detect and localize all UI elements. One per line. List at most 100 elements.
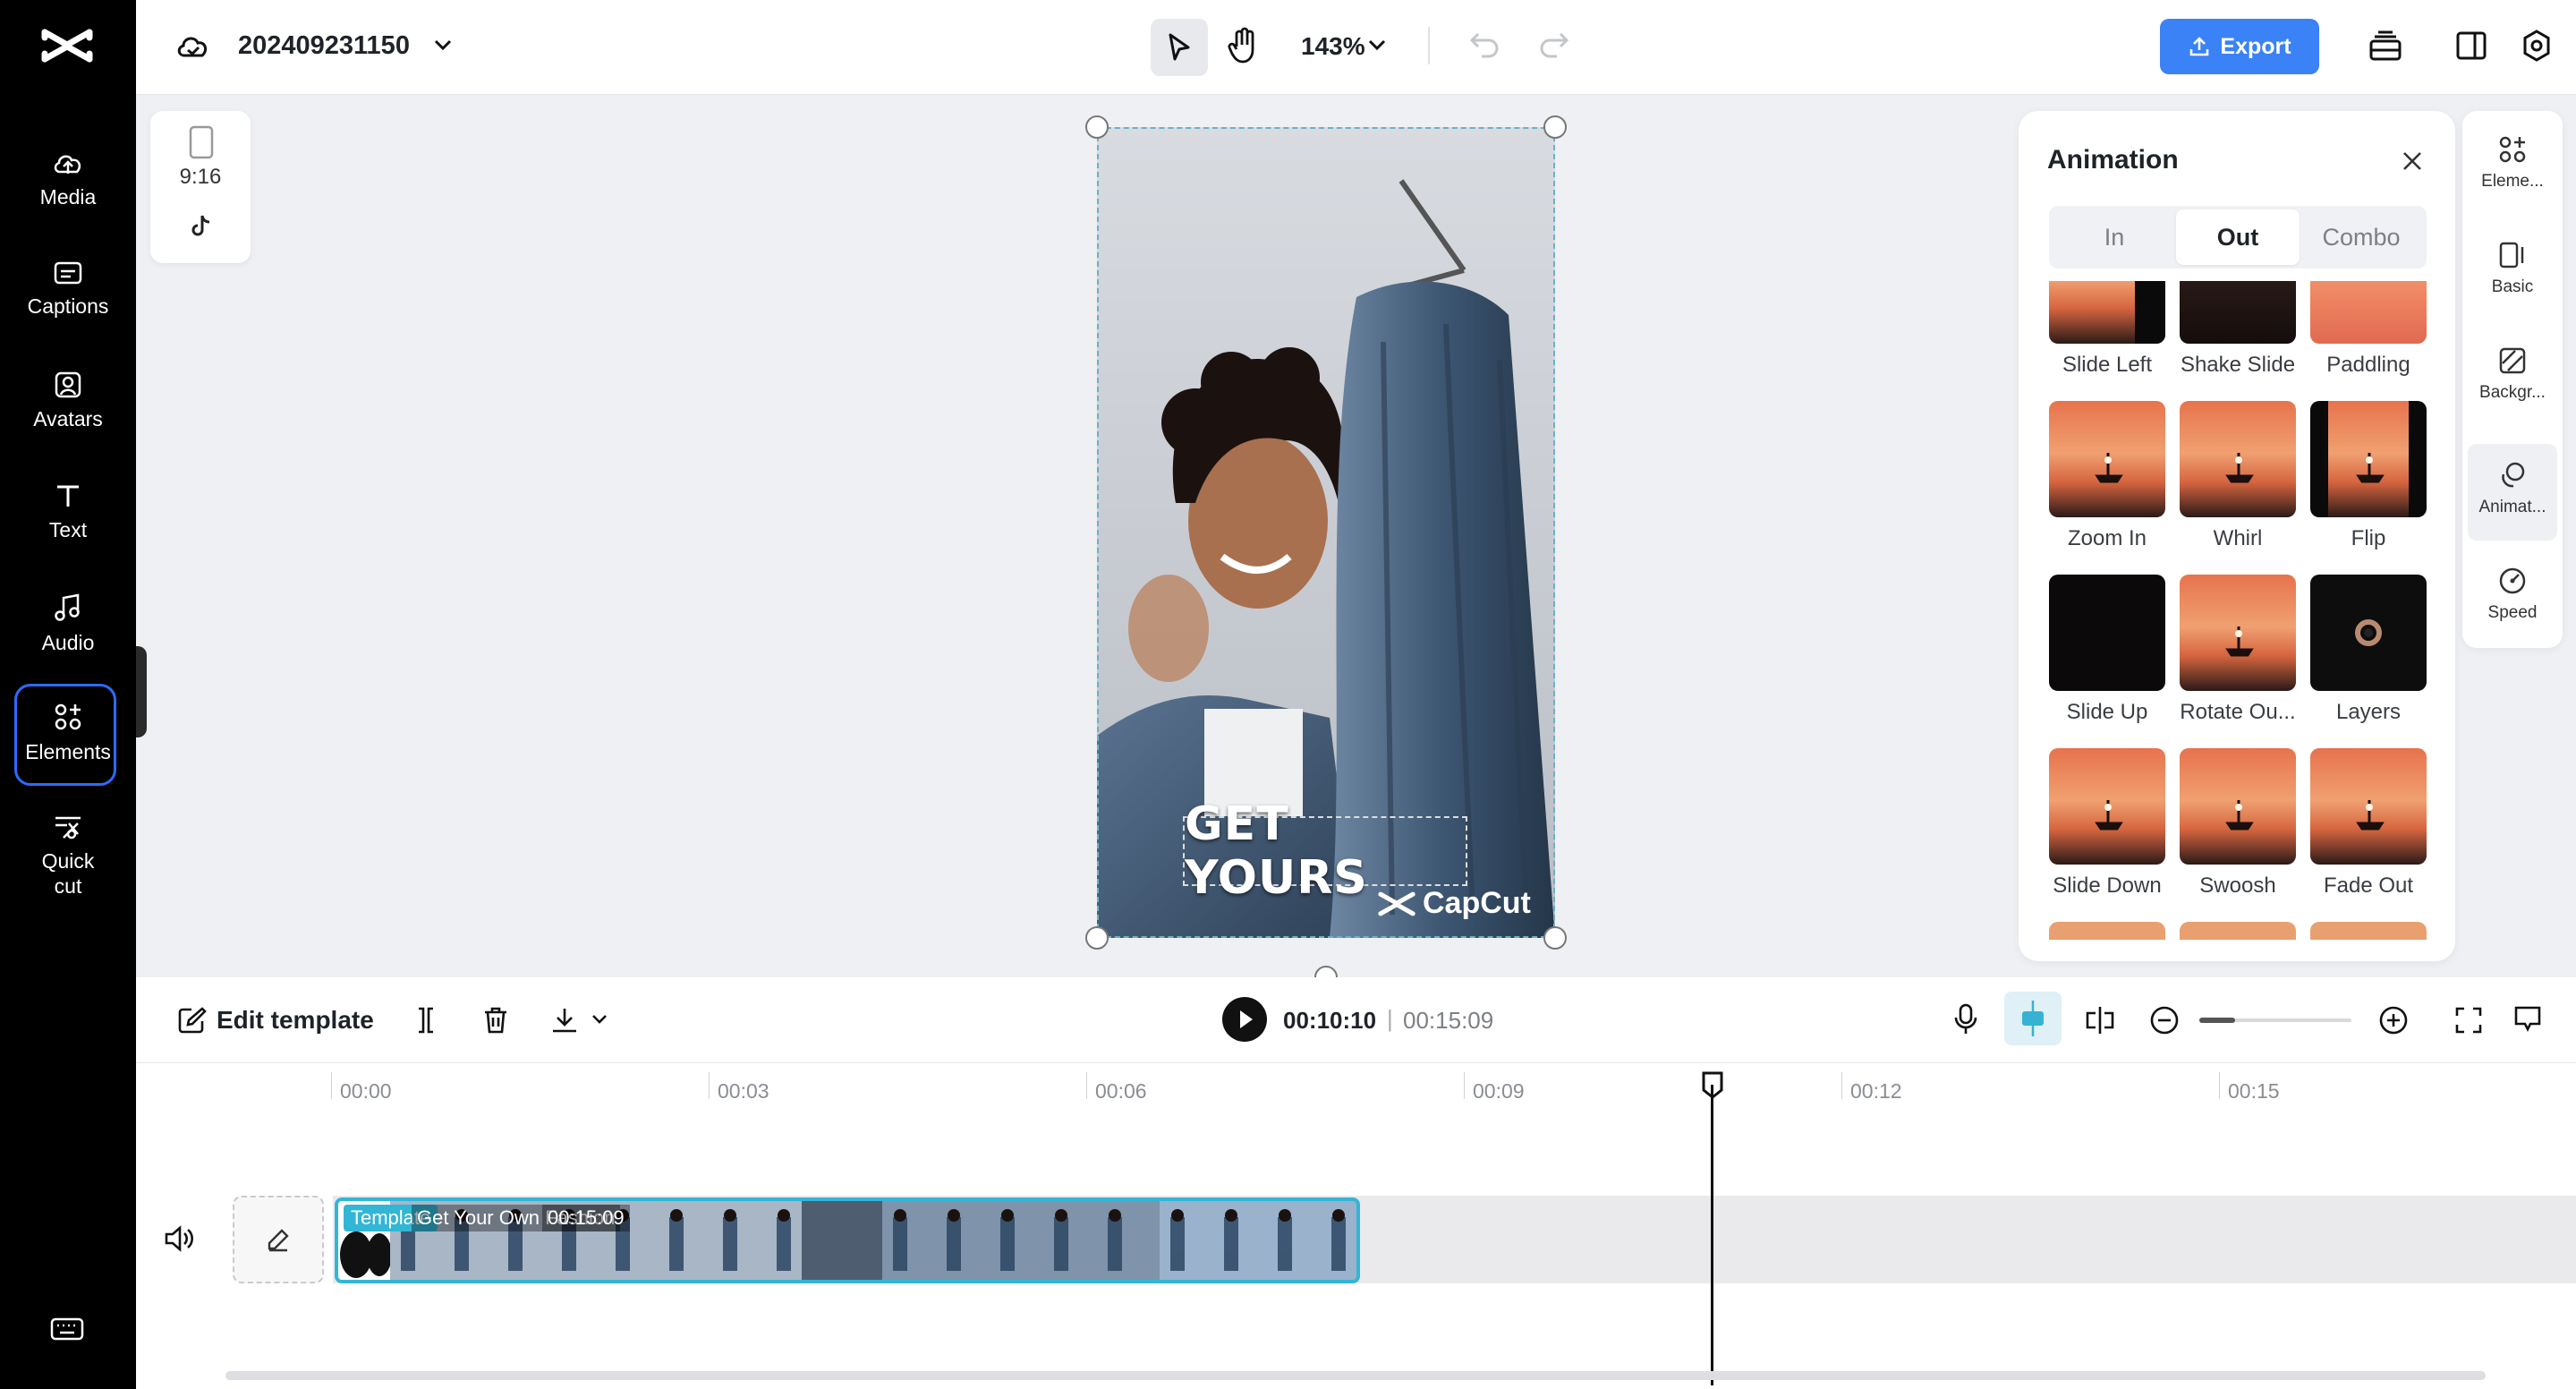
rail-item-elements[interactable]: Eleme...	[2468, 118, 2557, 215]
cloud-sync-icon[interactable]	[175, 30, 211, 63]
split-clip-icon[interactable]	[2083, 1004, 2117, 1036]
rail-item-basic[interactable]: Basic	[2468, 224, 2557, 320]
nav-item-text[interactable]: Text	[0, 467, 136, 567]
animation-label: Whirl	[2213, 526, 2263, 550]
tab-in[interactable]: In	[2053, 209, 2176, 265]
rail-item-background[interactable]: Backgr...	[2468, 329, 2557, 426]
rail-item-label: Basic	[2491, 277, 2534, 296]
zoom-slider-fill[interactable]	[2199, 1018, 2235, 1023]
project-title[interactable]: 202409231150	[238, 31, 410, 61]
resize-handle[interactable]	[1085, 115, 1109, 139]
elements-icon	[2499, 136, 2526, 163]
animation-panel: Animation In Out Combo Slide Left Shake …	[2019, 111, 2455, 961]
snap-toggle-button[interactable]	[2004, 992, 2062, 1045]
download-icon[interactable]	[549, 1005, 580, 1035]
animation-thumbnail-peek	[2310, 922, 2427, 940]
timeline-scrollbar[interactable]	[225, 1371, 2486, 1380]
animation-label: Slide Up	[2066, 700, 2148, 724]
nav-item-elements[interactable]: Elements	[0, 682, 136, 786]
boat-icon	[2095, 453, 2123, 483]
comment-icon[interactable]	[2512, 1004, 2543, 1035]
capcut-logo-icon[interactable]	[41, 25, 93, 66]
play-icon	[1240, 1010, 1253, 1028]
zoom-level[interactable]: 143%	[1301, 32, 1365, 61]
animation-label: Slide Down	[2053, 873, 2162, 898]
nav-item-label: Audio	[41, 631, 95, 654]
tab-out[interactable]: Out	[2176, 209, 2300, 265]
speaker-icon[interactable]	[163, 1224, 195, 1253]
animation-item-swoosh[interactable]: Swoosh	[2180, 748, 2296, 899]
animation-item-fade-out[interactable]: Fade Out	[2310, 748, 2427, 899]
split-icon[interactable]	[412, 1006, 440, 1035]
rail-item-label: Animat...	[2478, 498, 2546, 516]
rail-item-label: Eleme...	[2481, 172, 2544, 191]
select-tool-button[interactable]	[1151, 19, 1208, 76]
keyboard-icon[interactable]	[50, 1316, 84, 1342]
time-separator: |	[1387, 1005, 1393, 1032]
cover-edit-button[interactable]	[233, 1196, 324, 1283]
split-panel-icon[interactable]	[2455, 30, 2487, 62]
nav-item-media[interactable]: Media	[0, 134, 136, 234]
close-button[interactable]	[2394, 143, 2430, 179]
chevron-down-icon[interactable]	[433, 38, 453, 52]
nav-item-audio[interactable]: Audio	[0, 578, 136, 678]
animation-item-shake-slide[interactable]: Shake Slide	[2180, 281, 2296, 378]
time-tick: 00:09	[1473, 1079, 1525, 1103]
undo-icon[interactable]	[1469, 30, 1501, 61]
hand-tool-icon[interactable]	[1226, 27, 1262, 64]
zoom-in-icon[interactable]	[2378, 1005, 2409, 1035]
aspect-ratio-card[interactable]: 9:16	[150, 111, 251, 263]
tiktok-icon	[191, 215, 210, 236]
resize-handle[interactable]	[1543, 926, 1567, 950]
fullscreen-icon[interactable]	[2453, 1005, 2484, 1035]
chevron-down-icon[interactable]	[1367, 38, 1387, 52]
tick-mark	[331, 1072, 332, 1099]
animation-item-paddling[interactable]: Paddling	[2310, 281, 2427, 378]
watermark-text: CapCut	[1423, 886, 1531, 920]
capcut-watermark: CapCut	[1378, 886, 1531, 921]
animation-thumbnail	[2180, 401, 2296, 517]
animation-label: Flip	[2351, 526, 2386, 550]
video-clip[interactable]: Template Get Your Own Fashion 00:15:09	[335, 1197, 1360, 1283]
playhead[interactable]	[1711, 1085, 1713, 1385]
layers-stack-icon[interactable]	[2368, 29, 2403, 63]
nav-item-quick-cut[interactable]: Quick cut	[0, 798, 136, 924]
animation-item-slide-left[interactable]: Slide Left	[2049, 281, 2165, 378]
animation-thumbnail-peek	[2180, 922, 2296, 940]
zoom-out-icon[interactable]	[2149, 1005, 2180, 1035]
animation-item-rotate-out[interactable]: Rotate Ou...	[2180, 575, 2296, 725]
delete-icon[interactable]	[481, 1005, 510, 1035]
nav-item-avatars[interactable]: Avatars	[0, 356, 136, 456]
edit-template-button[interactable]: Edit template	[177, 1006, 374, 1035]
animation-item-slide-down[interactable]: Slide Down	[2049, 748, 2165, 899]
chevron-down-icon[interactable]	[591, 1013, 608, 1026]
resize-handle[interactable]	[1543, 115, 1567, 139]
animation-label: Fade Out	[2323, 873, 2414, 898]
upload-icon	[2190, 37, 2209, 56]
animation-item-zoom-in[interactable]: Zoom In	[2049, 401, 2165, 551]
animation-item-flip[interactable]: Flip	[2310, 401, 2427, 551]
redo-icon[interactable]	[1537, 30, 1569, 61]
animation-label: Layers	[2335, 700, 2402, 724]
settings-icon[interactable]	[2520, 29, 2554, 63]
rotate-handle-icon[interactable]	[1312, 963, 1340, 977]
nav-item-captions[interactable]: Captions	[0, 245, 136, 345]
caption-text-box[interactable]: GET YOURS	[1183, 797, 1467, 905]
nav-collapse-handle[interactable]	[136, 646, 147, 737]
divider	[1428, 27, 1430, 64]
animation-item-whirl[interactable]: Whirl	[2180, 401, 2296, 551]
rail-item-speed[interactable]: Speed	[2468, 550, 2557, 646]
rail-item-animation[interactable]: Animat...	[2468, 444, 2557, 541]
animation-item-slide-up[interactable]: Slide Up	[2049, 575, 2165, 725]
tab-combo[interactable]: Combo	[2300, 209, 2423, 265]
animation-thumbnail-peek	[2049, 922, 2165, 940]
animation-icon	[2502, 462, 2525, 488]
animation-item-layers[interactable]: Layers	[2310, 575, 2427, 725]
play-button[interactable]	[1222, 997, 1267, 1042]
microphone-icon[interactable]	[1952, 1002, 1979, 1036]
animation-label: Shake Slide	[2180, 353, 2296, 377]
export-button[interactable]: Export	[2160, 19, 2319, 74]
animation-thumbnail	[2310, 748, 2427, 865]
timeline[interactable]: 00:00 00:03 00:06 00:09 00:12 00:15 Temp…	[136, 1063, 2576, 1389]
resize-handle[interactable]	[1085, 926, 1109, 950]
